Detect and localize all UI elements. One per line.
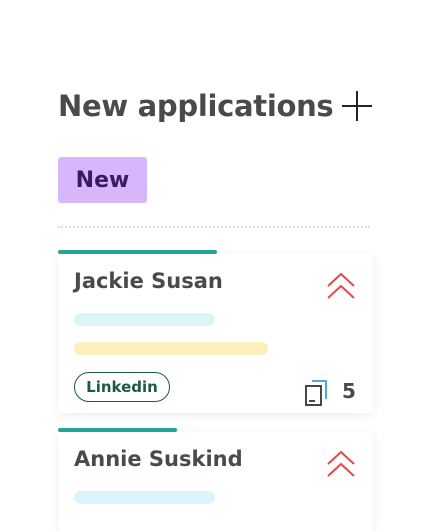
divider [58,226,370,228]
placeholder-bar [74,491,215,504]
card-accent-bar [58,428,177,432]
placeholder-bar [74,342,268,355]
double-chevron-up-icon [327,272,355,299]
column-header: New applications [58,86,374,130]
card-accent-bar [58,250,217,254]
applicant-name: Annie Suskind [74,447,243,471]
double-chevron-up-icon [327,450,355,477]
placeholder-bar [74,313,215,326]
documents-icon [305,380,327,406]
applicant-name: Jackie Susan [74,269,223,293]
stage-badge-new: New [58,157,147,203]
plus-icon[interactable] [340,89,374,123]
source-tag[interactable]: Linkedin [74,372,170,402]
column-title: New applications [58,89,334,123]
application-card[interactable]: Jackie Susan Linkedin 5 [58,250,373,413]
application-card[interactable]: Annie Suskind [58,428,373,531]
documents-count: 5 [342,379,356,403]
